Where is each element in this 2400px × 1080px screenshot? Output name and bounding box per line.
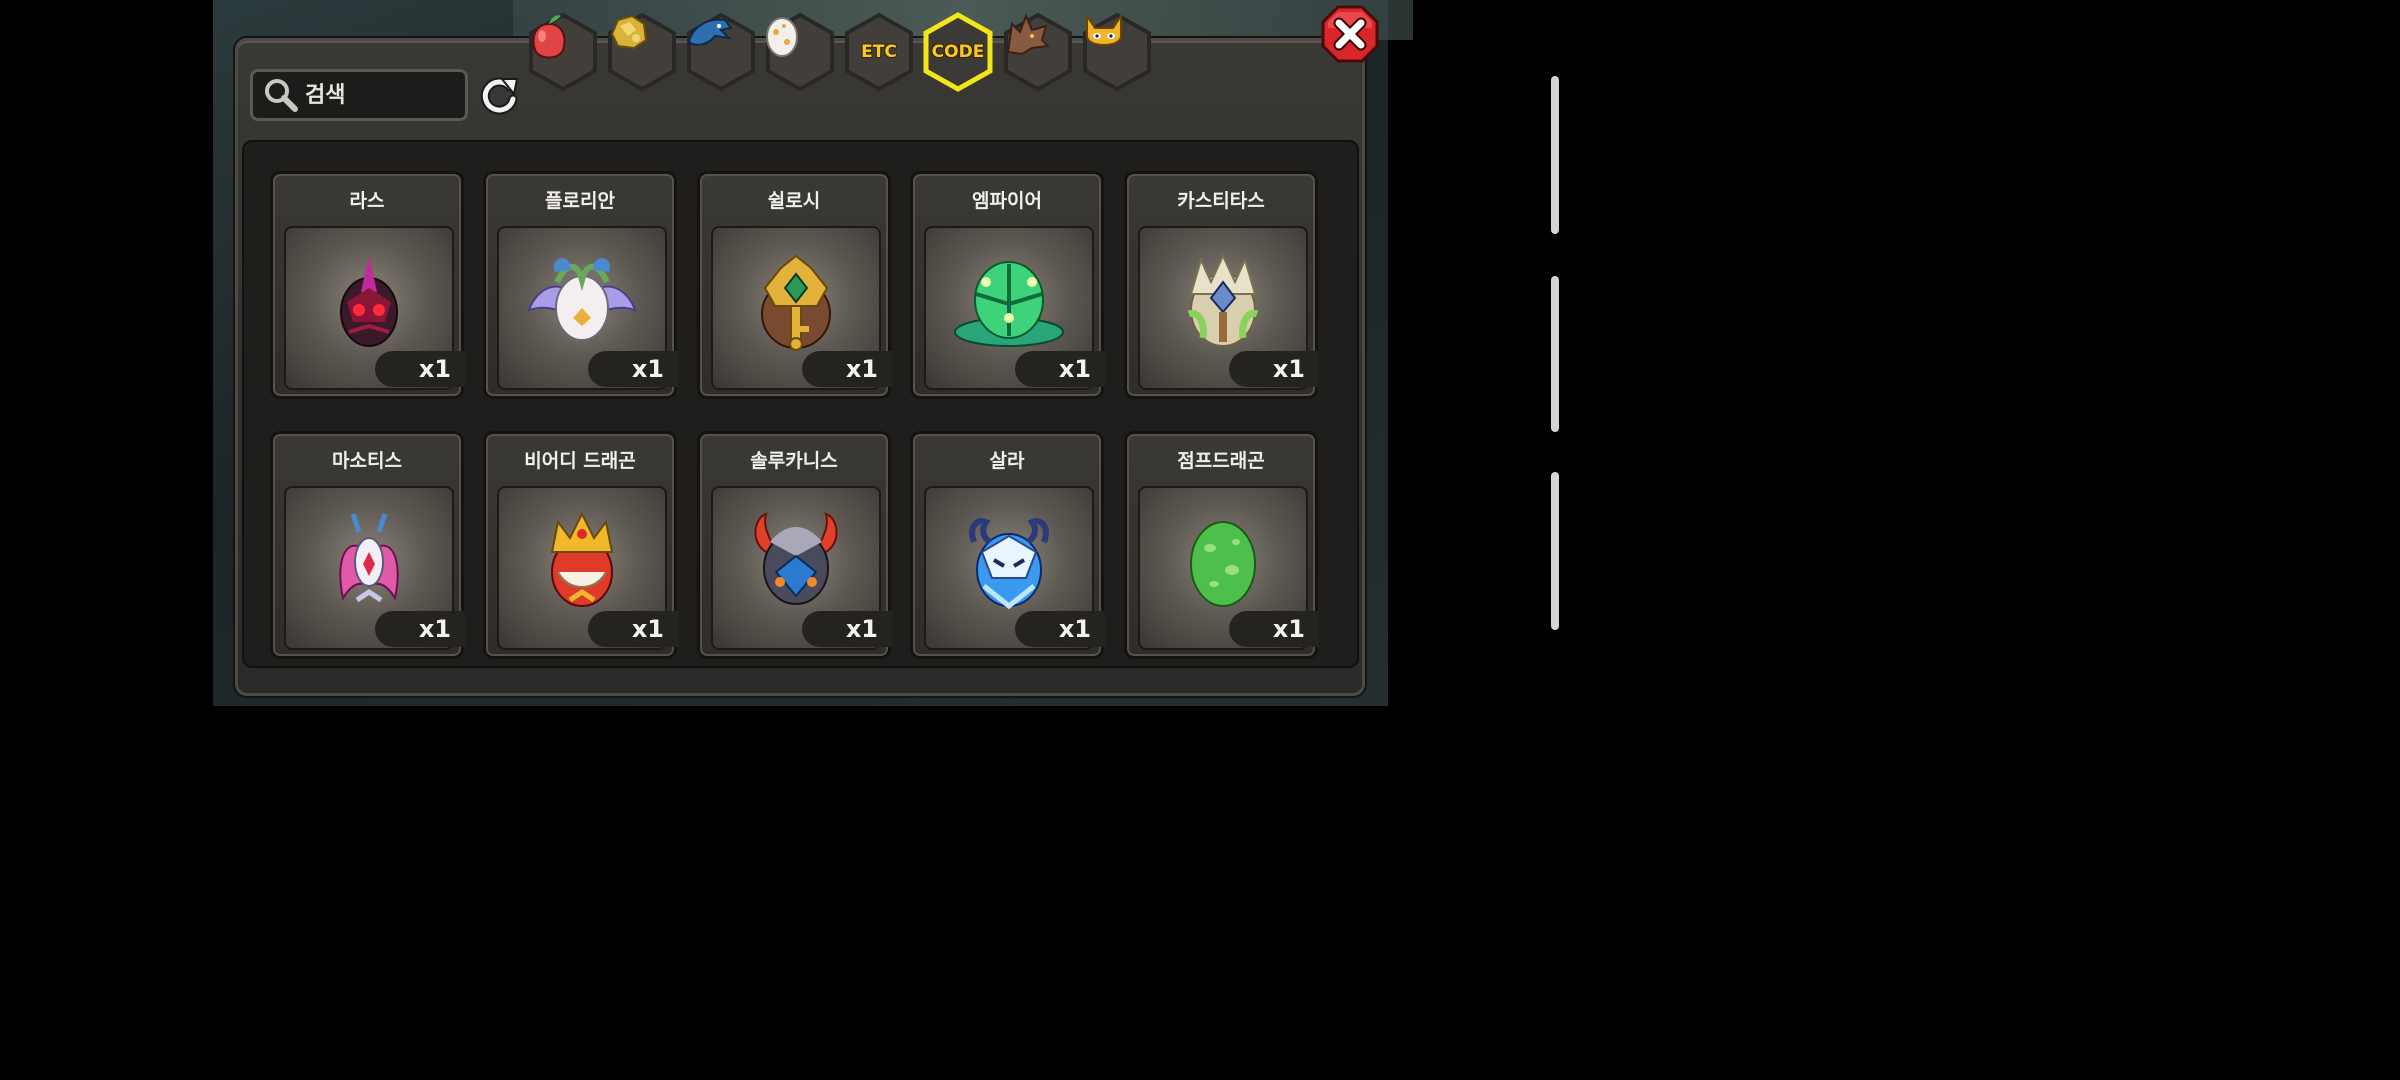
item-card[interactable]: 점프드래곤 x1 bbox=[1124, 431, 1319, 659]
search-box[interactable] bbox=[250, 69, 468, 121]
item-name: 쉴로시 bbox=[767, 190, 821, 212]
item-card[interactable]: 엠파이어 x1 bbox=[910, 171, 1105, 399]
blue-dragon-icon bbox=[687, 18, 733, 46]
item-quantity: x1 bbox=[588, 351, 678, 387]
item-name: 엠파이어 bbox=[972, 190, 1042, 212]
item-quantity: x1 bbox=[1229, 351, 1319, 387]
item-name: 솔루카니스 bbox=[750, 450, 838, 472]
gold-nugget-icon bbox=[610, 14, 648, 50]
item-quantity: x1 bbox=[588, 611, 678, 647]
system-scrollbar bbox=[1551, 472, 1559, 630]
flame-horned-egg-icon bbox=[754, 512, 838, 605]
item-quantity: x1 bbox=[802, 351, 892, 387]
wolf-head-icon bbox=[1006, 13, 1051, 56]
system-scrollbar bbox=[1551, 76, 1559, 234]
item-quantity: x1 bbox=[1015, 351, 1105, 387]
item-card[interactable]: 솔루카니스 x1 bbox=[697, 431, 892, 659]
winged-white-egg-icon bbox=[527, 258, 637, 341]
green-slime-egg-icon bbox=[954, 261, 1064, 347]
refresh-icon bbox=[480, 77, 519, 115]
dark-spiked-egg-icon bbox=[340, 256, 398, 347]
search-icon bbox=[265, 79, 298, 112]
pink-winged-egg-icon bbox=[339, 513, 399, 603]
refresh-button[interactable] bbox=[478, 73, 520, 117]
tab-wolf[interactable] bbox=[1002, 12, 1074, 92]
red-fruit-icon bbox=[532, 15, 566, 59]
tab-code-label: CODE bbox=[931, 42, 985, 62]
item-quantity: x1 bbox=[375, 611, 465, 647]
tab-etc-label: ETC bbox=[861, 42, 897, 62]
system-scrollbar bbox=[1551, 276, 1559, 432]
item-card[interactable]: 마소티스 x1 bbox=[270, 431, 465, 659]
item-quantity: x1 bbox=[802, 611, 892, 647]
item-name: 점프드래곤 bbox=[1177, 450, 1265, 472]
item-card[interactable]: 살라 x1 bbox=[910, 431, 1105, 659]
item-quantity: x1 bbox=[375, 351, 465, 387]
tab-cat[interactable] bbox=[1081, 12, 1153, 92]
blue-frost-egg-icon bbox=[969, 518, 1049, 610]
crystal-crowned-egg-icon bbox=[1187, 254, 1259, 347]
item-card[interactable]: 라스 x1 bbox=[270, 171, 465, 399]
crowned-red-egg-icon bbox=[550, 512, 614, 607]
search-input[interactable] bbox=[305, 82, 445, 108]
tab-code[interactable]: CODE bbox=[922, 12, 994, 92]
tab-etc[interactable]: ETC bbox=[843, 12, 915, 92]
item-name: 플로리안 bbox=[545, 190, 615, 212]
tab-dragon-head[interactable] bbox=[685, 12, 757, 92]
spotted-egg-icon bbox=[766, 17, 798, 57]
item-quantity: x1 bbox=[1229, 611, 1319, 647]
tab-gold[interactable] bbox=[606, 12, 678, 92]
item-name: 카스티타스 bbox=[1177, 190, 1265, 212]
horned-cat-icon bbox=[1086, 12, 1122, 46]
item-name: 비어디 드래곤 bbox=[524, 450, 636, 472]
close-icon bbox=[1321, 5, 1379, 63]
golden-key-egg-icon bbox=[761, 254, 831, 351]
tab-egg[interactable] bbox=[764, 12, 836, 92]
green-spotted-egg-icon bbox=[1190, 521, 1256, 607]
close-button[interactable] bbox=[1320, 4, 1380, 66]
item-name: 마소티스 bbox=[332, 450, 402, 472]
item-card[interactable]: 쉴로시 x1 bbox=[697, 171, 892, 399]
tab-fruit[interactable] bbox=[527, 12, 599, 92]
item-card[interactable]: 비어디 드래곤 x1 bbox=[483, 431, 678, 659]
item-name: 라스 bbox=[349, 190, 385, 212]
item-quantity: x1 bbox=[1015, 611, 1105, 647]
item-card[interactable]: 플로리안 x1 bbox=[483, 171, 678, 399]
item-name: 살라 bbox=[989, 450, 1025, 472]
item-card[interactable]: 카스티타스 x1 bbox=[1124, 171, 1319, 399]
